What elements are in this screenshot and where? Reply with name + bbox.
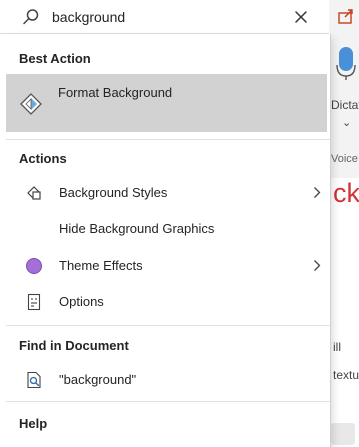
chevron-right-icon <box>313 186 321 199</box>
hide-background-graphics-label: Hide Background Graphics <box>59 221 215 236</box>
pane-button[interactable] <box>331 423 355 445</box>
format-background-label: Format Background <box>58 85 173 100</box>
find-in-document-label: "background" <box>59 372 137 387</box>
hide-background-graphics-item[interactable]: Hide Background Graphics <box>6 211 330 247</box>
theme-effects-label: Theme Effects <box>59 258 143 273</box>
find-in-document-item[interactable]: "background" <box>6 362 330 398</box>
share-icon[interactable] <box>336 6 356 26</box>
background-styles-item[interactable]: Background Styles <box>6 175 330 211</box>
dictate-button-label[interactable]: Dictat <box>331 98 359 112</box>
actions-header: Actions <box>19 151 67 166</box>
background-styles-icon <box>25 184 43 202</box>
search-box <box>0 0 329 34</box>
document-search-icon <box>25 371 43 389</box>
find-in-document-header: Find in Document <box>19 338 129 353</box>
voice-group-label: Voice <box>331 153 358 165</box>
options-item[interactable]: Options <box>6 284 330 320</box>
format-background-icon <box>18 91 44 117</box>
format-background-item[interactable]: Format Background <box>6 74 327 132</box>
divider <box>6 325 330 326</box>
divider <box>6 401 330 402</box>
search-results-dropdown: Best Action Format Background Actions Ba… <box>0 34 331 447</box>
theme-effects-icon <box>25 257 43 275</box>
theme-effects-item[interactable]: Theme Effects <box>6 248 330 284</box>
pane-text-fragment: ill <box>333 340 341 354</box>
options-icon <box>25 293 43 311</box>
chevron-down-icon[interactable]: ⌄ <box>342 116 351 129</box>
search-input[interactable] <box>52 6 282 28</box>
divider <box>6 139 330 140</box>
best-action-header: Best Action <box>19 51 91 66</box>
close-icon[interactable] <box>294 10 308 24</box>
search-icon <box>22 8 40 26</box>
help-header: Help <box>19 416 48 431</box>
microphone-icon[interactable] <box>335 45 357 81</box>
pane-text-fragment: textu <box>333 368 359 382</box>
background-styles-label: Background Styles <box>59 185 168 200</box>
chevron-right-icon <box>313 259 321 272</box>
slide-title-fragment: ckg <box>333 178 359 208</box>
options-label: Options <box>59 294 104 309</box>
